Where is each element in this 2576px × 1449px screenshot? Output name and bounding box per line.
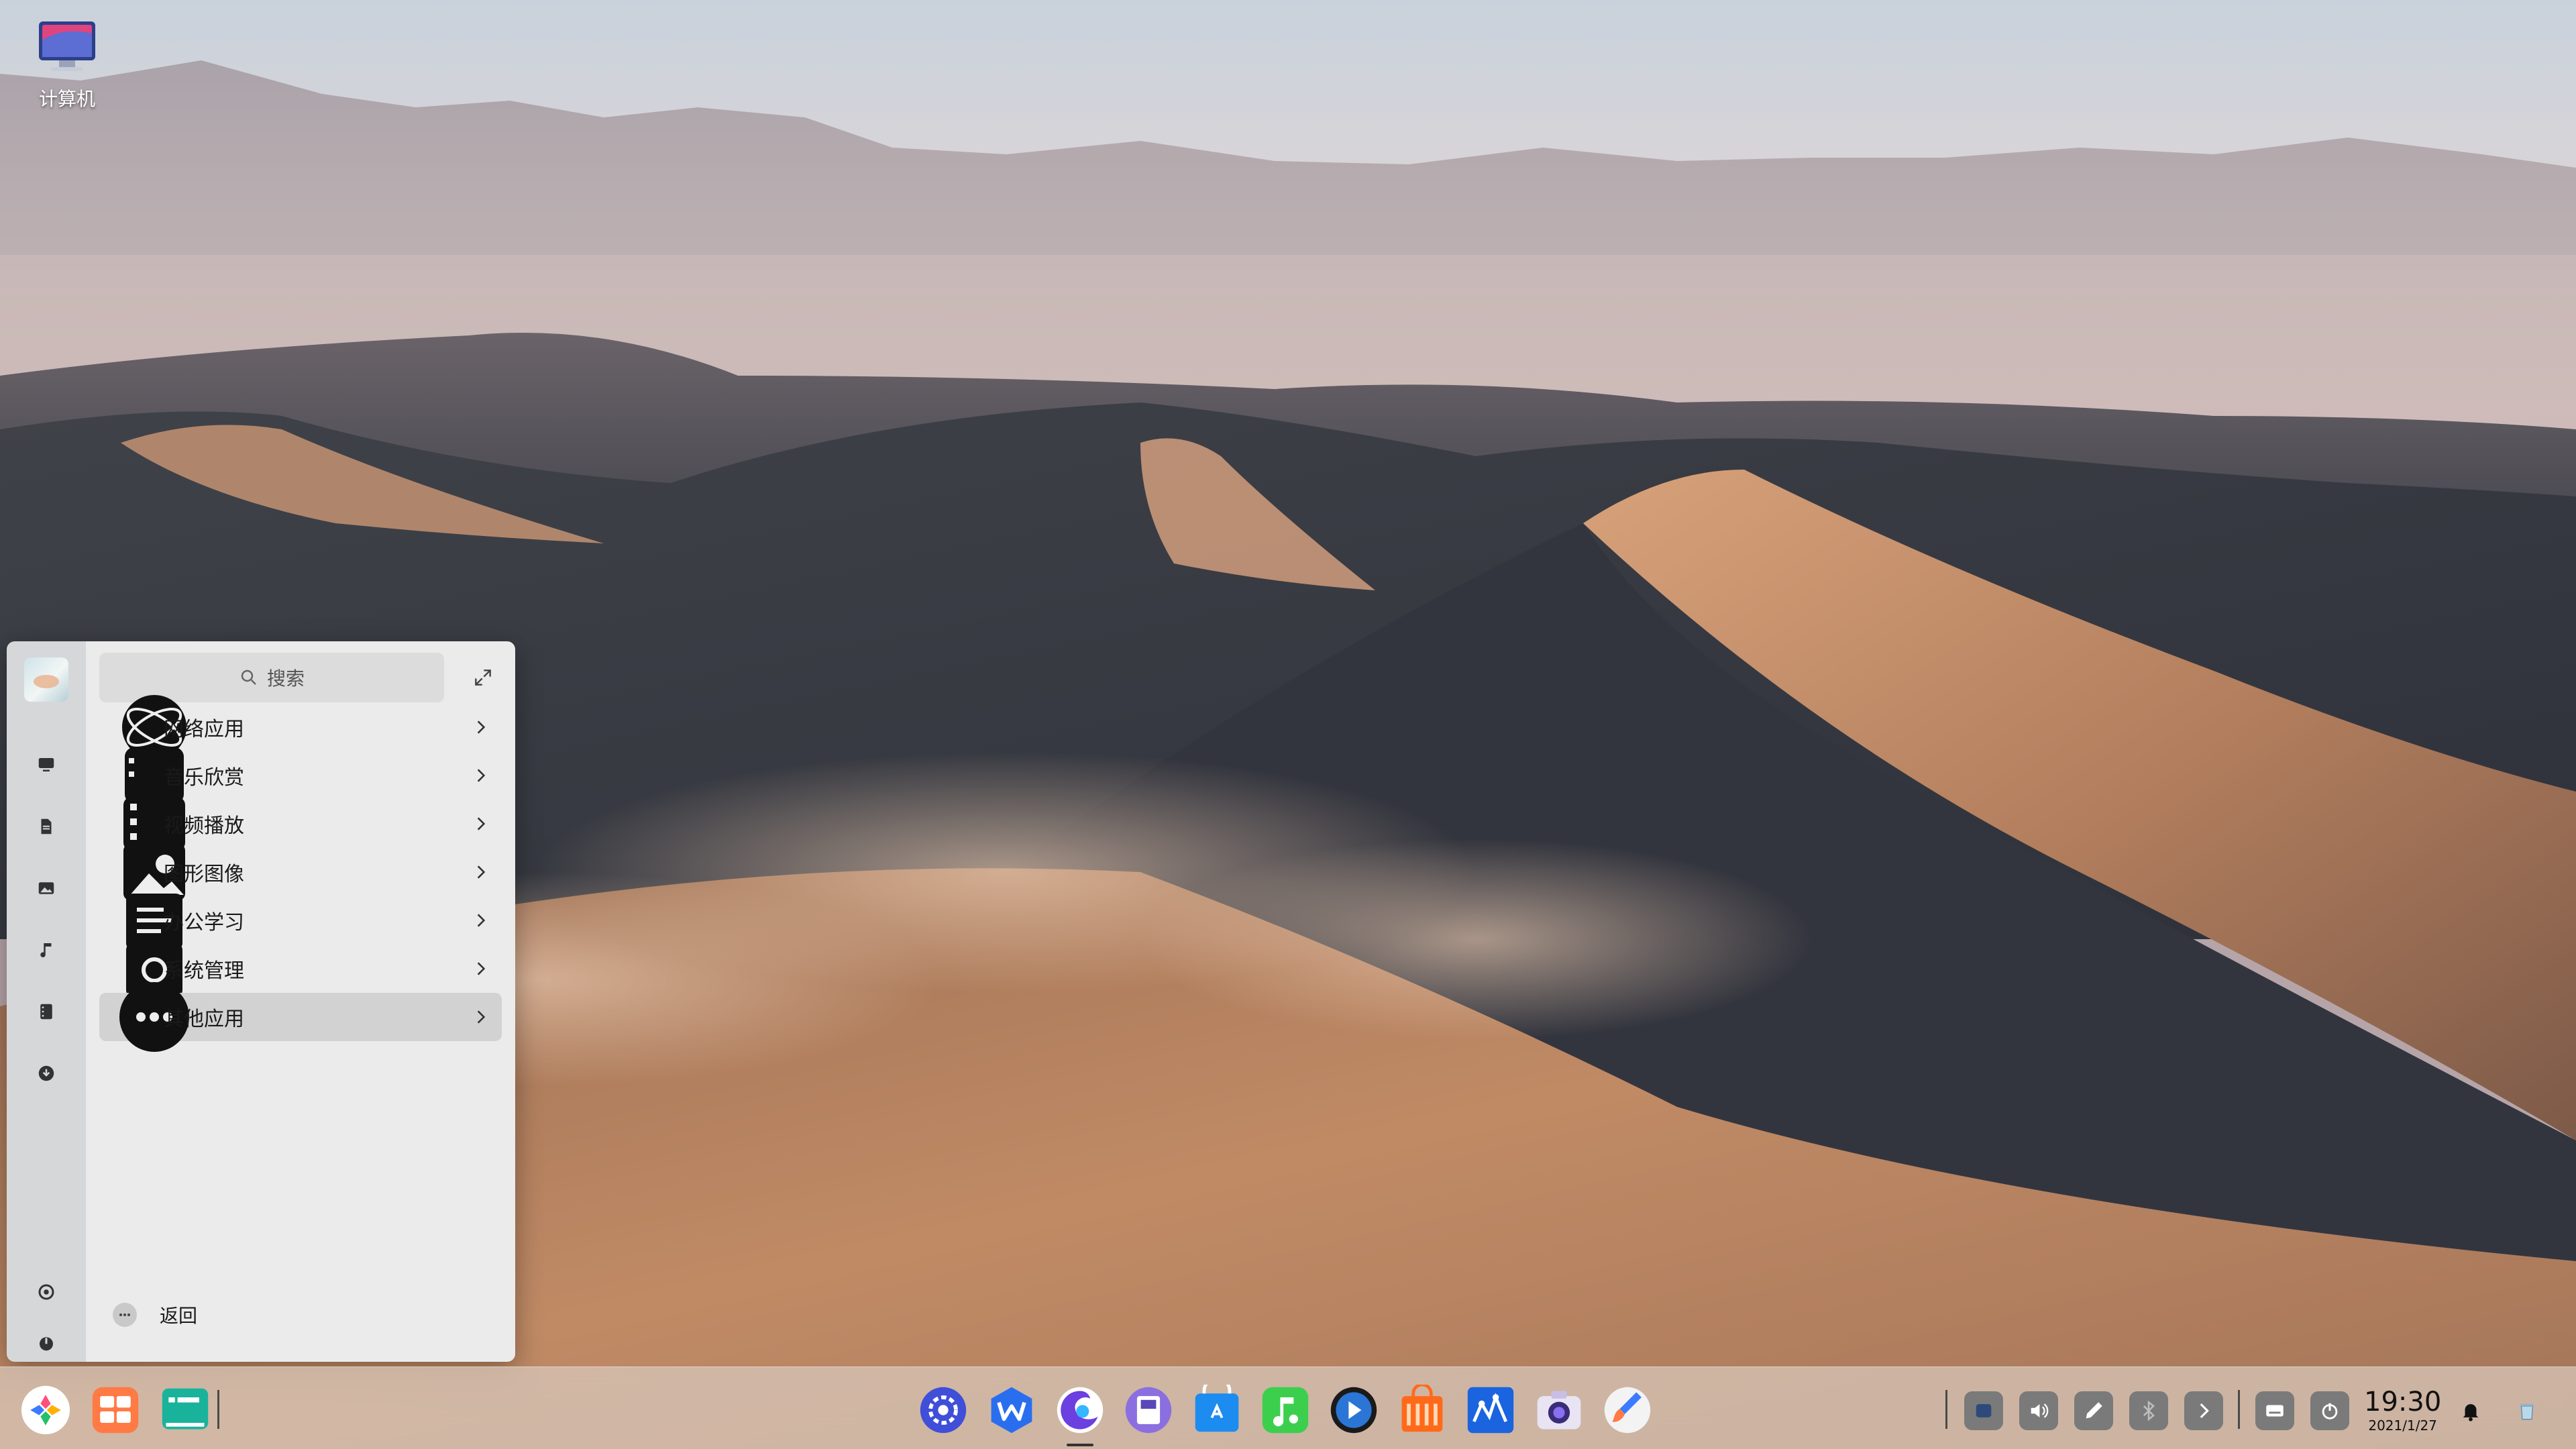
taskbar-app-camera[interactable] xyxy=(1532,1383,1586,1437)
file-manager-icon xyxy=(1125,1387,1172,1434)
taskbar-app-video[interactable] xyxy=(1327,1383,1381,1437)
more-icon xyxy=(113,1303,137,1327)
taskbar-app-settings[interactable] xyxy=(916,1383,970,1437)
desktop-switch-icon xyxy=(162,1388,209,1430)
taskbar: 19:30 2021/1/27 xyxy=(0,1366,2576,1449)
taskbar-separator xyxy=(1945,1390,1947,1429)
start-menu: 搜索 网络应用 音乐欣赏 视频播放 图形图像 办公学习 系统管理 其他应用 返回 xyxy=(7,641,515,1362)
running-indicator xyxy=(1067,1444,1093,1446)
taskbar-app-paint[interactable] xyxy=(1601,1383,1654,1437)
desktop-icon-label: 计算机 xyxy=(38,88,95,110)
clock-time: 19:30 xyxy=(2364,1387,2442,1417)
tray-input-method[interactable] xyxy=(1964,1391,2003,1430)
multitask-button[interactable] xyxy=(89,1383,142,1437)
launcher-icon xyxy=(21,1385,70,1435)
taskbar-app-store[interactable] xyxy=(1190,1383,1244,1437)
pen-icon xyxy=(2086,1402,2102,1419)
taskbar-clock[interactable]: 19:30 2021/1/27 xyxy=(2364,1387,2441,1434)
tray-keyboard[interactable] xyxy=(2255,1391,2294,1430)
chevron-right-icon xyxy=(472,1008,490,1026)
volume-icon xyxy=(2031,1403,2049,1418)
chevron-right-icon xyxy=(472,767,490,784)
paint-icon xyxy=(1604,1387,1651,1434)
launcher-button[interactable] xyxy=(19,1383,72,1437)
wps-icon xyxy=(991,1387,1032,1434)
taskbar-separator xyxy=(217,1390,219,1429)
shopping-bag-icon xyxy=(1401,1385,1443,1432)
search-icon xyxy=(241,669,256,685)
fullscreen-button[interactable] xyxy=(470,664,496,691)
video-icon[interactable] xyxy=(33,998,60,1025)
monitor-icon[interactable] xyxy=(33,751,60,778)
shutdown-icon xyxy=(2322,1403,2338,1419)
back-button[interactable]: 返回 xyxy=(113,1301,197,1328)
trash-icon xyxy=(2520,1404,2534,1420)
expand-icon xyxy=(475,669,491,686)
category-label: 其他应用 xyxy=(164,1008,244,1031)
taskbar-app-shopping[interactable] xyxy=(1395,1383,1449,1437)
keyboard-icon xyxy=(2266,1405,2284,1417)
clock-date: 2021/1/27 xyxy=(2368,1417,2437,1434)
taskbar-separator xyxy=(2238,1390,2240,1429)
expand-tray-icon xyxy=(2200,1403,2209,1419)
image-icon[interactable] xyxy=(33,875,60,902)
start-menu-main: 搜索 网络应用 音乐欣赏 视频播放 图形图像 办公学习 系统管理 其他应用 返回 xyxy=(86,641,515,1362)
bell-icon xyxy=(2463,1404,2479,1421)
computer-icon xyxy=(36,20,98,74)
category-other[interactable]: 其他应用 xyxy=(99,982,502,1052)
taskbar-app-browser[interactable] xyxy=(1053,1383,1107,1437)
chevron-right-icon xyxy=(472,815,490,833)
tray-bluetooth[interactable] xyxy=(2129,1391,2168,1430)
tray-shutdown[interactable] xyxy=(2310,1391,2349,1430)
taskbar-app-drawing[interactable] xyxy=(1464,1383,1517,1437)
chevron-right-icon xyxy=(472,718,490,736)
desktop-switch-button[interactable] xyxy=(158,1383,212,1437)
tray-volume[interactable] xyxy=(2019,1391,2058,1430)
input-method-icon xyxy=(1976,1404,1992,1417)
settings-icon[interactable] xyxy=(33,1279,60,1305)
chevron-right-icon xyxy=(472,863,490,881)
taskbar-app-wps[interactable] xyxy=(985,1383,1038,1437)
camera-icon xyxy=(1537,1391,1581,1430)
chevron-right-icon xyxy=(472,960,490,977)
download-icon[interactable] xyxy=(33,1060,60,1087)
music-icon[interactable] xyxy=(33,936,60,963)
user-avatar[interactable] xyxy=(24,657,68,702)
notification-button[interactable] xyxy=(2451,1391,2490,1430)
taskbar-app-music[interactable] xyxy=(1258,1383,1312,1437)
browser-icon xyxy=(1057,1387,1104,1434)
app-store-icon xyxy=(1195,1385,1239,1432)
document-icon[interactable] xyxy=(33,813,60,840)
video-player-icon xyxy=(1330,1387,1377,1434)
taskbar-app-file-manager[interactable] xyxy=(1122,1383,1175,1437)
multitask-icon xyxy=(92,1387,139,1434)
drawing-icon xyxy=(1467,1387,1514,1434)
start-menu-sidebar xyxy=(7,641,86,1362)
chevron-right-icon xyxy=(472,912,490,929)
desktop-icon-computer[interactable]: 计算机 xyxy=(20,20,114,111)
system-settings-icon xyxy=(920,1387,967,1434)
search-placeholder: 搜索 xyxy=(266,667,305,690)
trash-button[interactable] xyxy=(2508,1391,2546,1430)
tray-expand[interactable] xyxy=(2184,1391,2223,1430)
category-list: 网络应用 音乐欣赏 视频播放 图形图像 办公学习 系统管理 其他应用 xyxy=(99,695,502,1052)
bluetooth-icon xyxy=(2143,1400,2155,1421)
power-icon[interactable] xyxy=(33,1330,60,1356)
tray-pen[interactable] xyxy=(2074,1391,2113,1430)
back-label: 返回 xyxy=(160,1305,198,1327)
music-player-icon xyxy=(1262,1387,1309,1434)
